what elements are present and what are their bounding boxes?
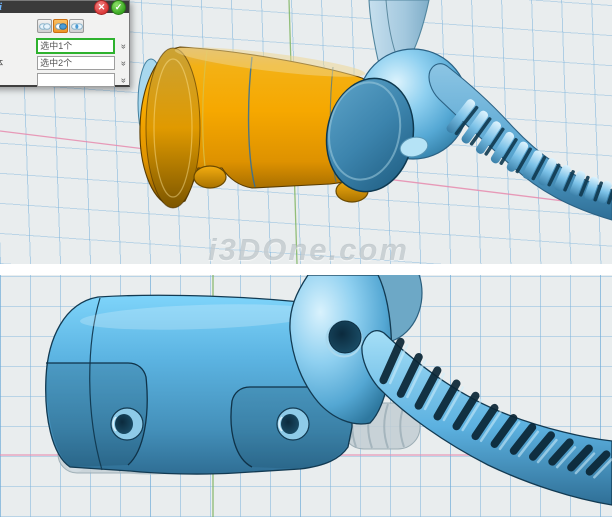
confirm-icon[interactable]: ✓ [111,0,126,15]
model-elephant-top[interactable] [138,0,612,220]
dialog-titlebar: i ✕ ✓ [0,1,129,13]
boolean-remove-button[interactable] [53,19,68,33]
field-row-base: 基体 选中1个 » [0,37,129,54]
cad-application-window: i3DOne.com i ✕ ✓ [0,0,612,517]
field-row-boundary: 边界 » [0,71,129,88]
field-label-boundary: 边界 [0,73,37,86]
body-foot-left [194,166,226,188]
chevron-expand-icon[interactable]: » [119,58,129,68]
field-label-base: 基体 [0,39,36,52]
dialog-body: 基体 选中1个 » 合并体 选中2个 » 边界 » [0,13,129,88]
info-icon: i [0,2,2,12]
viewport-bottom-canvas [0,275,612,517]
boolean-operation-dialog: i ✕ ✓ [0,0,130,87]
chevron-expand-icon[interactable]: » [119,75,129,85]
subtract-icon [55,22,67,31]
intersect-icon [71,22,83,31]
viewport-bottom[interactable] [0,275,612,517]
eye-hole [329,321,361,353]
field-row-merge: 合并体 选中2个 » [0,54,129,71]
boolean-intersect-button[interactable] [69,19,84,33]
field-input-boundary[interactable] [37,73,115,87]
union-icon [39,22,51,31]
boolean-add-button[interactable] [37,19,52,33]
field-input-merge[interactable]: 选中2个 [37,56,115,70]
field-label-merge: 合并体 [0,56,37,69]
axle-hub-right [277,408,309,440]
axle-hub-left [111,408,143,440]
field-input-base[interactable]: 选中1个 [36,38,115,54]
boolean-toolbar [37,19,129,33]
cancel-icon[interactable]: ✕ [94,0,109,15]
chevron-expand-icon[interactable]: » [119,41,129,51]
model-elephant-bottom[interactable] [46,275,612,505]
